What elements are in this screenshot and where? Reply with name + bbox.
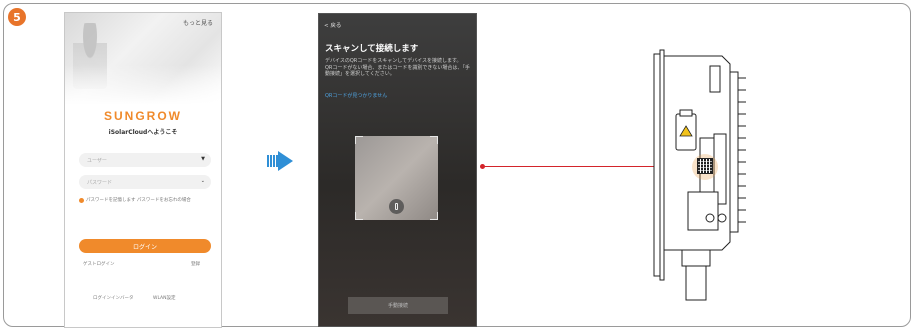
user-field[interactable]: ユーザー ▼	[79, 153, 211, 167]
guest-login-link[interactable]: ゲストログイン	[83, 261, 115, 267]
more-link[interactable]: もっと見る	[183, 18, 213, 27]
register-link[interactable]: 登録	[191, 261, 200, 267]
dropdown-icon[interactable]: ▼	[201, 156, 205, 162]
wlan-settings-link[interactable]: WLAN設定	[153, 295, 176, 301]
back-button[interactable]: < 戻る	[324, 21, 341, 29]
flashlight-icon[interactable]	[389, 199, 404, 214]
login-button[interactable]: ログイン	[79, 239, 211, 253]
welcome-text: iSolarCloudへようこそ	[108, 129, 178, 136]
chevron-down-icon[interactable]: ⌄	[201, 178, 205, 184]
login-screen: もっと見る SUNGROW iSolarCloudへようこそ ユーザー ▼ パス…	[64, 12, 222, 328]
manual-connect-button[interactable]: 手動接続	[348, 297, 448, 314]
checkbox-icon[interactable]	[79, 197, 84, 203]
camera-viewfinder	[355, 136, 438, 220]
password-field[interactable]: パスワード ⌄	[79, 175, 211, 189]
brand-logo: SUNGROW	[104, 109, 182, 123]
remember-password-row[interactable]: パスワードを記憶します パスワードをお忘れの場合	[79, 197, 191, 203]
user-placeholder: ユーザー	[87, 157, 107, 164]
qr-code-icon	[697, 158, 713, 174]
scan-title: スキャンして接続します	[325, 44, 419, 54]
login-inverter-link[interactable]: ログインインバータ	[93, 295, 134, 301]
remember-text: パスワードを記憶します パスワードをお忘れの場合	[86, 198, 191, 203]
arrow-right-icon	[267, 151, 297, 171]
scan-description: デバイスのQRコードをスキャンしてデバイスを接続します。 QRコードがない場合、…	[325, 58, 470, 77]
step-number-badge: 5	[8, 8, 26, 26]
no-qr-link[interactable]: QRコードが見つかりません	[325, 92, 387, 99]
scan-screen: < 戻る スキャンして接続します デバイスのQRコードをスキャンしてデバイスを接…	[318, 13, 477, 327]
password-placeholder: パスワード	[87, 179, 113, 186]
connector-dot	[480, 164, 485, 169]
